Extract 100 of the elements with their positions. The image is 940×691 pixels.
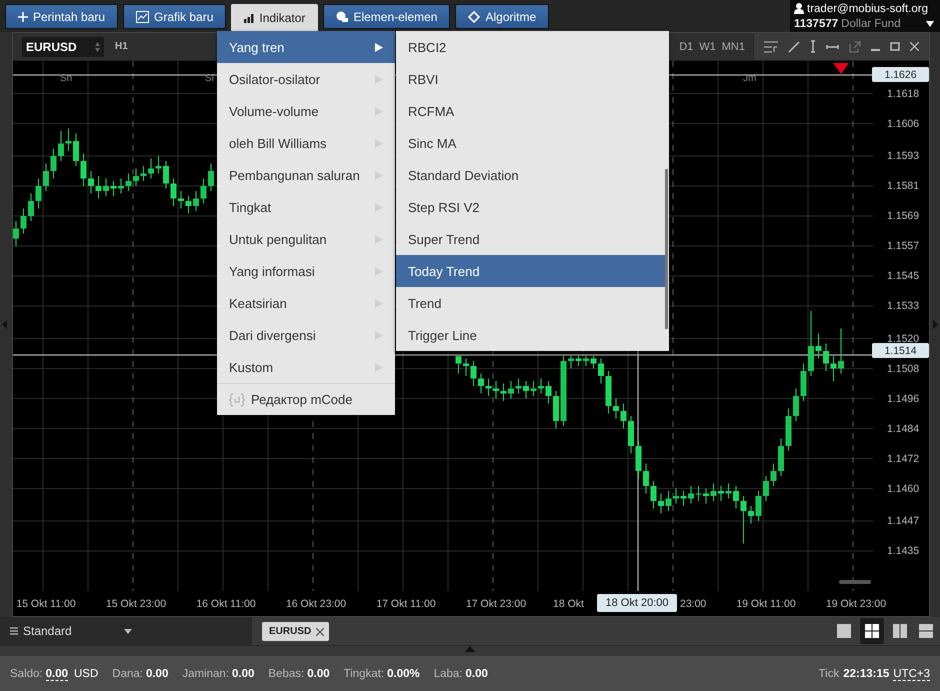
chart-tab[interactable]: EURUSD	[262, 622, 330, 641]
status-value: 0.00	[232, 668, 254, 680]
toolbar-tab[interactable]: Grafik baru	[123, 4, 226, 29]
candlestick	[823, 343, 829, 372]
time-label: 15 Okt 23:00	[106, 598, 166, 610]
currency-label: USD	[74, 668, 98, 680]
code-editor-icon	[229, 392, 245, 406]
dropdown-icon	[926, 20, 934, 26]
menu-item[interactable]: Osilator-osilator	[217, 63, 395, 95]
toolbar-tab[interactable]: Elemen-elemen	[323, 4, 450, 29]
menu-item[interactable]: Yang tren	[217, 31, 395, 63]
candlestick	[493, 380, 499, 399]
candlestick	[186, 196, 192, 214]
line-chart-icon	[136, 10, 150, 22]
price-label: 1.1484	[887, 422, 920, 434]
price-label: 1.1496	[887, 392, 920, 404]
candlestick	[470, 360, 476, 386]
trend-line-icon	[788, 40, 800, 52]
candlestick	[703, 488, 709, 504]
candlestick	[36, 178, 42, 209]
candlestick	[680, 490, 686, 506]
candlestick	[598, 358, 604, 384]
status-label: Bebas:	[268, 668, 304, 680]
menu-item[interactable]: Today Trend	[396, 255, 665, 287]
candlestick	[830, 356, 836, 382]
template-select[interactable]: Standard	[0, 617, 252, 645]
menu-item[interactable]: RCFMA	[396, 95, 665, 127]
candlestick	[590, 356, 596, 369]
price-label: 1.1545	[887, 270, 920, 282]
timeframe-button[interactable]: W1	[699, 40, 716, 52]
candlestick	[140, 166, 146, 182]
minimize-icon	[871, 49, 880, 51]
candlestick	[748, 506, 754, 524]
candlestick	[96, 176, 102, 199]
price-label: 1.1581	[887, 180, 920, 192]
maximize-icon	[890, 42, 900, 51]
timeframe-button[interactable]: D1	[679, 40, 694, 52]
menu-item[interactable]: Yang informasi	[217, 255, 395, 287]
menu-item[interactable]: Trigger Line	[396, 319, 665, 351]
price-label: 1.1618	[887, 88, 920, 100]
user-icon	[794, 3, 804, 14]
close-icon	[316, 628, 324, 636]
menu-item[interactable]: RBCI2	[396, 31, 665, 63]
price-marker: 1.1514	[872, 343, 929, 358]
candlestick	[178, 190, 184, 209]
server-time: 22:13:15	[843, 668, 890, 680]
layout-button[interactable]	[860, 618, 884, 644]
status-label: Saldo:	[10, 668, 43, 680]
menu-item[interactable]: Untuk pengulitan	[217, 223, 395, 255]
horizontal-line-icon	[826, 44, 839, 50]
menu-item[interactable]: Super Trend	[396, 223, 665, 255]
candlestick	[28, 193, 34, 222]
price-label: 1.1533	[887, 300, 920, 312]
grid-layout-icon	[865, 624, 879, 638]
status-value[interactable]: 0.00	[46, 668, 68, 680]
candlestick	[770, 463, 776, 486]
menu-item[interactable]: Dari divergensi	[217, 319, 395, 351]
timezone-select[interactable]: UTC+3	[893, 668, 930, 680]
plus-icon	[18, 12, 28, 22]
time-label: 16 Okt 11:00	[196, 598, 256, 610]
candlestick	[148, 158, 154, 179]
candlestick	[718, 486, 724, 502]
price-label: 1.1472	[887, 452, 920, 464]
candlestick	[110, 180, 116, 196]
symbol-select[interactable]: EURUSD	[22, 36, 104, 56]
time-label: 17 Okt 23:00	[466, 598, 526, 610]
time-label: 15 Okt 11:00	[16, 598, 76, 610]
candlestick	[126, 173, 132, 192]
menu-item[interactable]: Pembangunan saluran	[217, 159, 395, 191]
price-label: 1.1593	[887, 150, 920, 162]
menu-item[interactable]: Step RSI V2	[396, 191, 665, 223]
status-value: 0.00	[146, 668, 168, 680]
menu-item[interactable]: RBVI	[396, 63, 665, 95]
tick-label: Tick	[818, 668, 840, 680]
candlestick	[80, 153, 86, 186]
menu-item[interactable]: Kustom	[217, 351, 395, 383]
candlestick	[50, 148, 56, 179]
timeframe-button[interactable]: MN1	[722, 40, 745, 52]
time-label: 19 Okt 23:00	[826, 598, 886, 610]
menu-item[interactable]: Volume-volume	[217, 95, 395, 127]
menu-item[interactable]: Trend	[396, 287, 665, 319]
menu-item[interactable]: Tingkat	[217, 191, 395, 223]
price-label: 1.1520	[887, 332, 920, 344]
toolbar-tab[interactable]: Indikator	[231, 4, 318, 32]
menu-item[interactable]: Keatsirian	[217, 287, 395, 319]
menu-item[interactable]: oleh Bill Williams	[217, 127, 395, 159]
candlestick	[658, 493, 664, 514]
menu-item[interactable]: Редактор mCode	[217, 383, 395, 415]
menu-icon	[10, 627, 18, 635]
candlestick	[613, 398, 619, 419]
candlestick	[133, 168, 139, 186]
toolbar-tab[interactable]: Algoritme	[455, 4, 550, 29]
menu-item[interactable]: Standard Deviation	[396, 159, 665, 191]
caret-icon	[124, 628, 132, 634]
toolbar-tab[interactable]: Perintah baru	[5, 4, 118, 29]
candlestick	[816, 333, 822, 359]
menu-item[interactable]: Sinc MA	[396, 127, 665, 159]
candlestick	[523, 380, 529, 399]
timeframe-label[interactable]: H1	[115, 41, 128, 52]
single-layout-icon	[837, 624, 851, 638]
